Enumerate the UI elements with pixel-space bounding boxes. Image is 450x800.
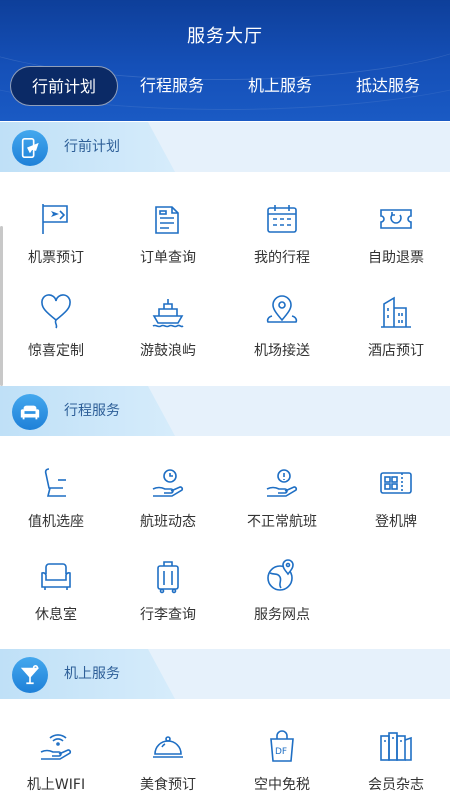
grid-item-irregular-flight[interactable]: 不正常航班 (226, 465, 338, 555)
hotel-building-icon (378, 294, 414, 330)
food-cloche-icon (150, 728, 186, 764)
flight-ticket-icon (38, 201, 74, 237)
grid-item-surprise-custom[interactable]: 惊喜定制 (0, 294, 112, 384)
grid-item-flight-booking[interactable]: 机票预订 (0, 201, 112, 291)
seat-icon (38, 465, 74, 501)
section-title: 机上服务 (64, 666, 120, 682)
grid-item-checkin-seat[interactable]: 值机选座 (0, 465, 112, 555)
cocktail-icon (12, 657, 48, 693)
section-header-pre-trip: 行前计划 (0, 122, 450, 172)
grid-item-hotel-booking[interactable]: 酒店预订 (340, 294, 450, 384)
section-header-trip-service: 行程服务 (0, 386, 450, 436)
grid-item-airport-transfer[interactable]: 机场接送 (226, 294, 338, 384)
page-title: 服务大厅 (187, 26, 263, 47)
alert-hand-icon (264, 465, 300, 501)
boarding-pass-icon (378, 465, 414, 501)
grid-item-boarding-pass[interactable]: 登机牌 (340, 465, 450, 555)
lounge-sofa-icon (38, 558, 74, 594)
clock-hand-icon (150, 465, 186, 501)
tab-pre-trip[interactable]: 行前计划 (10, 66, 118, 106)
grid-item-self-refund[interactable]: 自助退票 (340, 201, 450, 291)
location-pin-icon (264, 294, 300, 330)
airplane-phone-icon (12, 130, 48, 166)
tab-inflight-service[interactable]: 机上服务 (234, 66, 326, 106)
grid-item-duty-free[interactable]: DF 空中免税 (226, 728, 338, 800)
grid-item-luggage-query[interactable]: 行李查询 (112, 558, 224, 648)
magazine-icon (378, 728, 414, 764)
section-title: 行程服务 (64, 403, 120, 419)
section-title: 行前计划 (64, 139, 120, 155)
side-drawer-handle[interactable] (0, 226, 3, 386)
grid-item-order-query[interactable]: 订单查询 (112, 201, 224, 291)
tab-bar: 行前计划 行程服务 机上服务 抵达服务 (0, 64, 450, 110)
luggage-icon (150, 558, 186, 594)
tab-trip-service[interactable]: 行程服务 (126, 66, 218, 106)
grid-item-inflight-wifi[interactable]: 机上WIFI (0, 728, 112, 800)
sofa-icon (12, 394, 48, 430)
duty-free-bag-icon: DF (264, 728, 300, 764)
ship-icon (150, 294, 186, 330)
wifi-hand-icon (38, 728, 74, 764)
grid-item-lounge[interactable]: 休息室 (0, 558, 112, 648)
section-header-inflight-service: 机上服务 (0, 649, 450, 699)
ticket-refund-icon (378, 201, 414, 237)
grid-item-flight-status[interactable]: 航班动态 (112, 465, 224, 555)
grid-item-service-outlets[interactable]: 服务网点 (226, 558, 338, 648)
grid-item-member-magazine[interactable]: 会员杂志 (340, 728, 450, 800)
heart-balloon-icon (38, 294, 74, 330)
calendar-icon (264, 201, 300, 237)
svg-text:DF: DF (275, 747, 287, 757)
grid-item-gulangyu-tour[interactable]: 游鼓浪屿 (112, 294, 224, 384)
tab-arrival-service[interactable]: 抵达服务 (342, 66, 434, 106)
header-bar: 服务大厅 行前计划 行程服务 机上服务 抵达服务 (0, 0, 450, 121)
grid-item-meal-booking[interactable]: 美食预订 (112, 728, 224, 800)
order-document-icon (150, 201, 186, 237)
globe-pin-icon (264, 558, 300, 594)
grid-item-my-trip[interactable]: 我的行程 (226, 201, 338, 291)
